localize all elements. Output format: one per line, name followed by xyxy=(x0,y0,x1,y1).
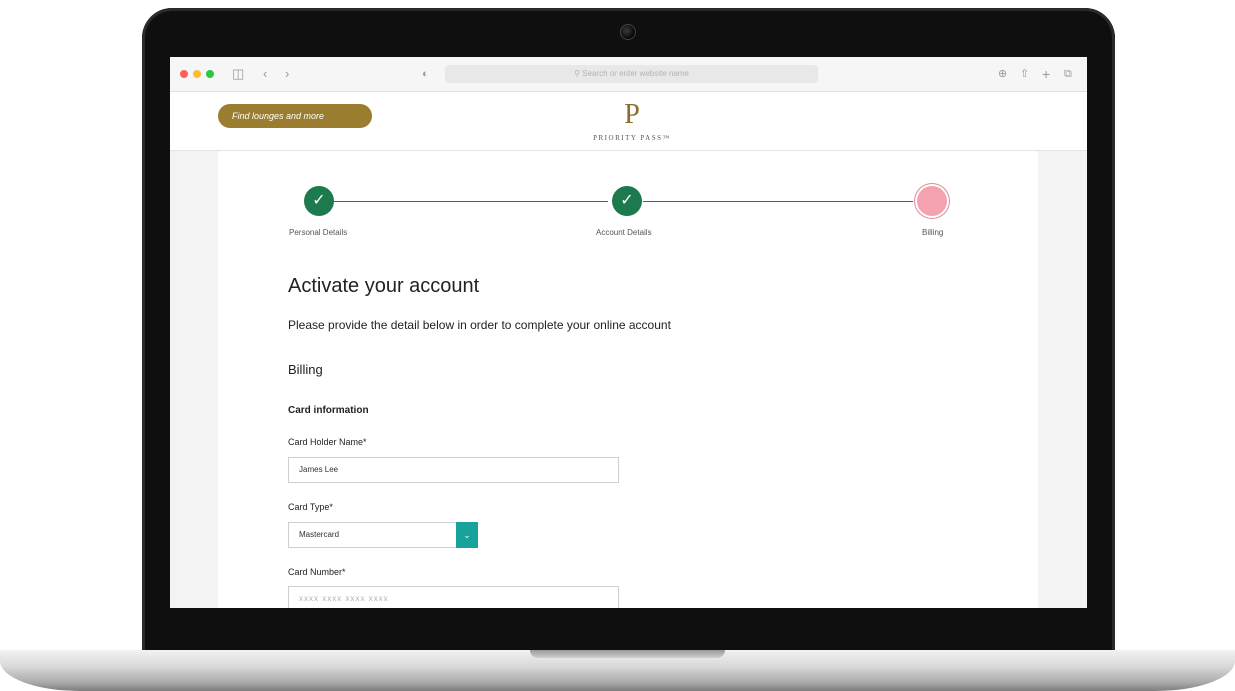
logo-text: PRIORITY PASS™ xyxy=(593,134,671,142)
download-icon[interactable]: ⊕ xyxy=(998,66,1007,82)
minimize-window-button[interactable] xyxy=(193,70,201,78)
new-tab-icon[interactable]: + xyxy=(1042,66,1050,82)
step-label-billing: Billing xyxy=(922,228,944,237)
privacy-shield-icon[interactable]: ◐ xyxy=(422,66,429,82)
step-personal-details-check-icon: ✓ xyxy=(304,186,334,216)
close-window-button[interactable] xyxy=(180,70,188,78)
step-billing-current-indicator xyxy=(917,186,947,216)
back-arrow-icon[interactable]: ‹ xyxy=(263,66,267,82)
camera-icon xyxy=(620,24,636,40)
laptop-base-notch xyxy=(530,650,725,658)
step-account-details-check-icon: ✓ xyxy=(612,186,642,216)
browser-toolbar: ◫ ‹ › ◐ ⚲ Search or enter website name ⊕… xyxy=(170,57,1087,92)
card-number-label: Card Number* xyxy=(288,567,346,577)
find-lounges-button[interactable]: Find lounges and more xyxy=(218,104,372,128)
priority-pass-logo[interactable]: P xyxy=(617,100,647,130)
sidebar-icon[interactable]: ◫ xyxy=(232,66,244,82)
chevron-down-icon[interactable]: ⌄ xyxy=(456,522,478,548)
forward-arrow-icon[interactable]: › xyxy=(285,66,289,82)
site-header: Find lounges and more P PRIORITY PASS™ xyxy=(170,92,1087,151)
step-label-personal-details: Personal Details xyxy=(289,228,348,237)
step-label-account-details: Account Details xyxy=(596,228,652,237)
card-number-input[interactable]: xxxx xxxx xxxx xxxx xyxy=(288,586,619,608)
card-holder-label: Card Holder Name* xyxy=(288,437,367,447)
share-icon[interactable]: ⇧ xyxy=(1020,66,1029,82)
maximize-window-button[interactable] xyxy=(206,70,214,78)
card-type-select[interactable]: Mastercard xyxy=(288,522,458,548)
browser-window: ◫ ‹ › ◐ ⚲ Search or enter website name ⊕… xyxy=(170,57,1087,608)
card-holder-input[interactable]: James Lee xyxy=(288,457,619,483)
page-title: Activate your account xyxy=(288,275,480,297)
step-connector xyxy=(318,201,608,202)
step-connector xyxy=(643,201,913,202)
subsection-heading-card-information: Card information xyxy=(288,405,369,416)
section-heading-billing: Billing xyxy=(288,362,323,377)
card-type-label: Card Type* xyxy=(288,502,333,512)
billing-form-panel: ✓ ✓ Personal Details Account Details Bil… xyxy=(218,151,1038,608)
address-placeholder: Search or enter website name xyxy=(582,69,689,78)
page-subtitle: Please provide the detail below in order… xyxy=(288,318,671,332)
address-bar[interactable]: ⚲ Search or enter website name xyxy=(445,65,818,83)
search-icon: ⚲ xyxy=(574,69,580,78)
tab-overview-icon[interactable]: ⧉ xyxy=(1064,66,1072,82)
